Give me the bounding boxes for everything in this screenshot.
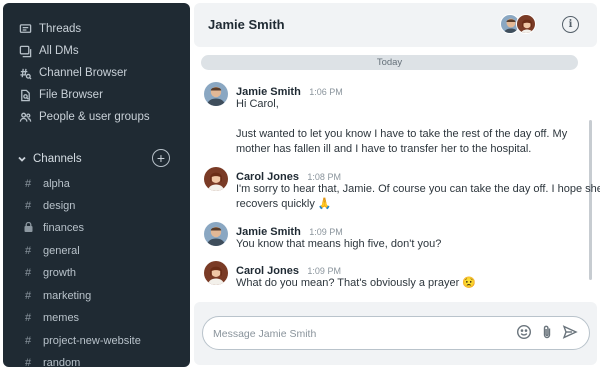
composer-area bbox=[194, 302, 597, 365]
channels-label: Channels bbox=[33, 153, 82, 165]
info-button[interactable]: i bbox=[562, 16, 579, 33]
channels-section-toggle[interactable]: Channels bbox=[15, 149, 175, 169]
channel-memes[interactable]: # memes bbox=[21, 308, 79, 328]
send-button[interactable] bbox=[561, 324, 579, 345]
attach-button[interactable] bbox=[538, 325, 556, 343]
sidebar: Threads All DMs Channel Browser File Bro… bbox=[3, 3, 190, 367]
hash-icon: # bbox=[24, 267, 32, 279]
message-text: I'm sorry to hear that, Jamie. Of course… bbox=[236, 183, 600, 195]
dms-icon bbox=[17, 43, 33, 59]
message-composer bbox=[202, 316, 590, 350]
channel-label: growth bbox=[43, 267, 77, 279]
nav-people[interactable]: People & user groups bbox=[17, 107, 150, 127]
message-text: Just wanted to let you know I have to ta… bbox=[236, 128, 568, 140]
message-text: recovers quickly 🙏 bbox=[236, 198, 332, 210]
file-browser-icon bbox=[17, 87, 33, 103]
channel-general[interactable]: # general bbox=[21, 241, 80, 261]
hash-icon: # bbox=[24, 178, 32, 190]
channel-marketing[interactable]: # marketing bbox=[21, 286, 91, 306]
message-text: You know that means high five, don't you… bbox=[236, 238, 442, 250]
emoji-button[interactable] bbox=[515, 324, 533, 345]
nav-label: Channel Browser bbox=[39, 67, 128, 79]
channel-label: random bbox=[43, 357, 81, 367]
channel-browser-icon bbox=[17, 65, 33, 81]
message-text: mother has fallen ill and I have to tran… bbox=[236, 143, 532, 155]
nav-threads[interactable]: Threads bbox=[17, 19, 81, 39]
nav-label: Threads bbox=[39, 23, 82, 35]
hash-icon: # bbox=[24, 357, 32, 367]
message-list: Today Jamie Smith 1:06 PM Hi Carol, Just… bbox=[194, 50, 600, 300]
nav-file-browser[interactable]: File Browser bbox=[17, 85, 103, 105]
nav-label: People & user groups bbox=[39, 111, 150, 123]
hash-icon: # bbox=[24, 200, 32, 212]
channel-label: marketing bbox=[43, 290, 92, 302]
nav-label: File Browser bbox=[39, 89, 103, 101]
channel-label: design bbox=[43, 200, 76, 212]
participant-avatars[interactable] bbox=[500, 14, 538, 36]
add-channel-button[interactable]: + bbox=[152, 149, 170, 167]
channel-finances[interactable]: finances bbox=[21, 218, 84, 238]
hash-icon: # bbox=[24, 290, 32, 302]
nav-channel-browser[interactable]: Channel Browser bbox=[17, 63, 127, 83]
timestamp: 1:09 PM bbox=[309, 227, 343, 237]
timestamp: 1:09 PM bbox=[307, 266, 341, 276]
message-text: Hi Carol, bbox=[236, 98, 279, 110]
plus-icon: + bbox=[156, 150, 166, 166]
chevron-down-icon bbox=[15, 152, 29, 166]
scrollbar[interactable] bbox=[589, 120, 592, 280]
channel-label: memes bbox=[43, 312, 80, 324]
channel-project-new-website[interactable]: # project-new-website bbox=[21, 331, 141, 351]
hash-icon: # bbox=[24, 245, 32, 257]
avatar[interactable] bbox=[204, 261, 228, 285]
channel-label: general bbox=[43, 245, 80, 257]
hash-icon: # bbox=[24, 335, 32, 347]
avatar[interactable] bbox=[204, 222, 228, 246]
timestamp: 1:08 PM bbox=[307, 172, 341, 182]
channel-label: alpha bbox=[43, 178, 70, 190]
day-divider: Today bbox=[201, 55, 578, 70]
timestamp: 1:06 PM bbox=[309, 87, 343, 97]
channel-label: finances bbox=[43, 222, 84, 234]
info-icon: i bbox=[568, 19, 573, 30]
channel-label: project-new-website bbox=[43, 335, 141, 347]
avatar[interactable] bbox=[204, 82, 228, 106]
people-icon bbox=[17, 109, 33, 125]
channel-design[interactable]: # design bbox=[21, 196, 75, 216]
conversation-title: Jamie Smith bbox=[208, 17, 285, 32]
hash-icon: # bbox=[24, 312, 32, 324]
lock-icon bbox=[21, 221, 35, 235]
emoji-icon bbox=[516, 324, 532, 345]
avatar[interactable] bbox=[204, 167, 228, 191]
channel-random[interactable]: # random bbox=[21, 353, 80, 367]
channel-growth[interactable]: # growth bbox=[21, 263, 76, 283]
avatar bbox=[516, 14, 536, 34]
message-text: What do you mean? That's obviously a pra… bbox=[236, 277, 476, 289]
chat-header: Jamie Smith i bbox=[194, 3, 597, 47]
message-input[interactable] bbox=[213, 325, 503, 342]
attachment-icon bbox=[539, 324, 555, 345]
channel-alpha[interactable]: # alpha bbox=[21, 174, 70, 194]
threads-icon bbox=[17, 21, 33, 37]
nav-all-dms[interactable]: All DMs bbox=[17, 41, 79, 61]
nav-label: All DMs bbox=[39, 45, 79, 57]
send-icon bbox=[562, 324, 578, 345]
